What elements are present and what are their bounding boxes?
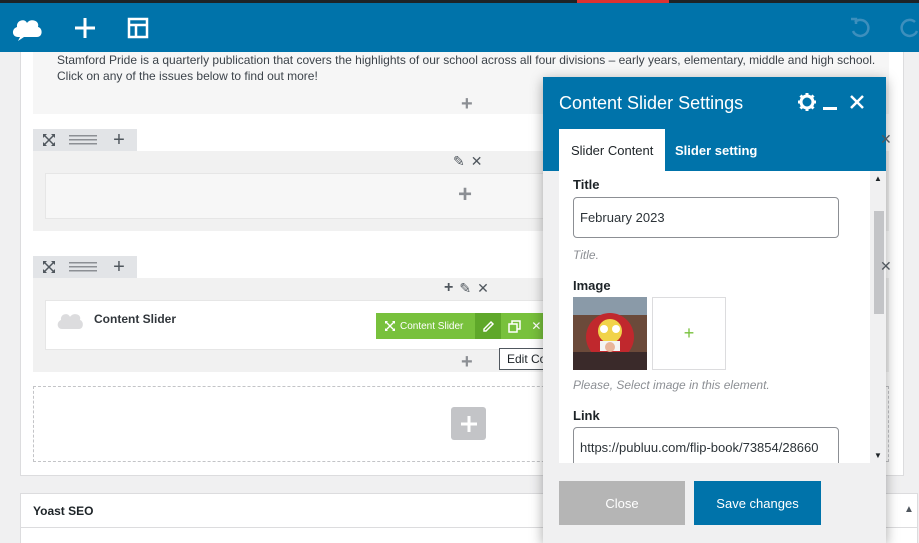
drag-handle-icon[interactable] <box>65 256 101 278</box>
cloud-logo-icon[interactable] <box>10 13 44 43</box>
link-input[interactable] <box>573 427 839 463</box>
duplicate-icon[interactable] <box>501 313 528 339</box>
add-column-plus-icon[interactable]: + <box>101 129 137 151</box>
drag-handle-icon[interactable] <box>65 129 101 151</box>
pencil-icon[interactable]: ✎ <box>453 154 465 168</box>
column-actions: + ✎ ✕ <box>444 280 489 296</box>
empty-column <box>45 173 548 219</box>
close-icon[interactable] <box>849 94 865 113</box>
image-label: Image <box>573 278 611 293</box>
expand-icon[interactable] <box>33 256 65 278</box>
pencil-icon[interactable]: ✎ <box>459 281 471 295</box>
tab-slider-content[interactable]: Slider Content <box>559 129 666 171</box>
progress-indicator <box>577 0 669 3</box>
element-label: Content Slider <box>94 312 177 326</box>
element-toolbar-name: Content Slider <box>400 320 464 332</box>
title-input[interactable] <box>573 197 839 238</box>
add-column-plus-icon[interactable]: + <box>101 256 137 278</box>
expand-icon[interactable] <box>33 129 65 151</box>
row-close-icon[interactable]: ✕ <box>880 258 892 275</box>
modal-scrollbar[interactable]: ▲ ▼ <box>870 171 886 463</box>
add-image-button[interactable]: + <box>652 297 726 370</box>
add-icon[interactable] <box>68 13 102 43</box>
add-element-plus-icon[interactable]: + <box>461 94 473 114</box>
row-controls: + <box>33 256 137 278</box>
move-icon[interactable] <box>384 320 396 332</box>
link-label: Link <box>573 408 600 423</box>
redo-icon[interactable] <box>893 13 919 43</box>
close-button[interactable]: Close <box>559 481 685 525</box>
close-icon[interactable]: ✕ <box>471 154 483 168</box>
settings-modal: Content Slider Settings Slider Content S… <box>543 77 886 543</box>
modal-title: Content Slider Settings <box>559 93 744 113</box>
add-row-button[interactable] <box>451 407 486 440</box>
row-close-icon[interactable]: ✕ <box>880 131 892 148</box>
edit-pencil-icon[interactable] <box>475 313 502 339</box>
column-actions: ✎ ✕ <box>453 154 482 168</box>
add-element-plus-icon[interactable]: + <box>461 352 473 372</box>
element-toolbar: Content Slider ✕ <box>376 313 548 339</box>
layout-template-icon[interactable] <box>121 13 155 43</box>
scroll-down-icon[interactable]: ▼ <box>874 451 882 460</box>
add-element-plus-icon[interactable]: + <box>458 183 472 207</box>
delete-icon[interactable]: ✕ <box>531 319 541 333</box>
image-thumbnail[interactable] <box>573 297 647 370</box>
modal-header: Content Slider Settings Slider Content S… <box>543 77 886 171</box>
undo-icon[interactable] <box>843 13 877 43</box>
minimize-icon[interactable] <box>823 107 837 110</box>
row-controls: + <box>33 129 137 151</box>
top-toolbar <box>0 0 919 52</box>
close-icon[interactable]: ✕ <box>477 281 489 295</box>
yoast-title: Yoast SEO <box>33 504 94 518</box>
gear-icon[interactable] <box>797 92 817 115</box>
title-help-text: Title. <box>573 248 599 262</box>
tab-slider-setting[interactable]: Slider setting <box>663 129 769 171</box>
image-help-text: Please, Select image in this element. <box>573 378 770 392</box>
collapse-toggle-icon[interactable]: ▲ <box>904 504 914 515</box>
add-plus-icon[interactable]: + <box>444 280 453 296</box>
modal-body: Title Title. Image + Please, Select imag… <box>559 171 870 463</box>
save-changes-button[interactable]: Save changes <box>694 481 821 525</box>
scroll-up-icon[interactable]: ▲ <box>874 174 882 183</box>
title-label: Title <box>573 177 600 192</box>
cloud-element-icon <box>55 310 85 335</box>
